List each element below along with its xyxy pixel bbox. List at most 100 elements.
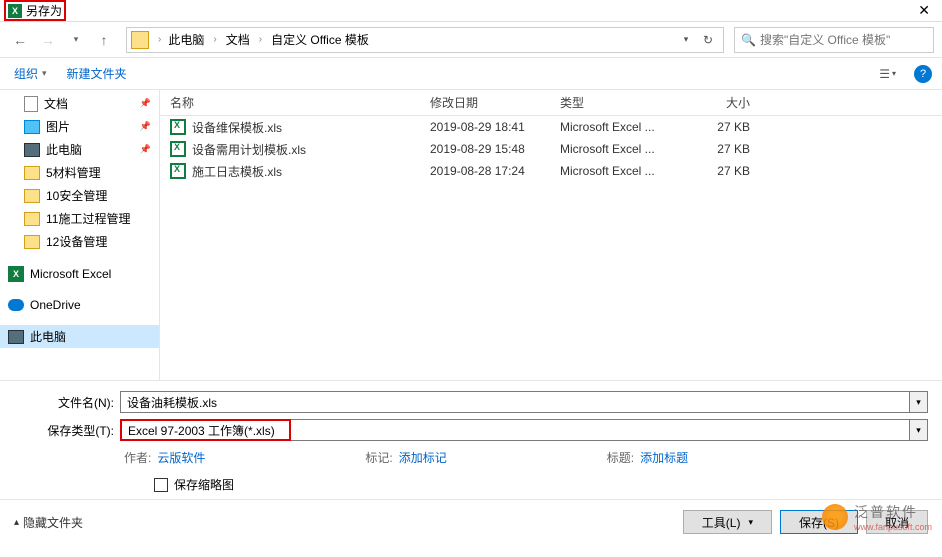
navbar: ← → ▾ ↑ › 此电脑 › 文档 › 自定义 Office 模板 ▾ ↻ 🔍 [0, 22, 942, 58]
titlebar: X 另存为 ✕ [0, 0, 942, 22]
sidebar-item-thispc[interactable]: 此电脑 📌 [0, 138, 159, 161]
breadcrumb: 此电脑 › 文档 › 自定义 Office 模板 [164, 29, 373, 50]
folder-icon [24, 166, 40, 180]
author-value[interactable]: 云版软件 [157, 449, 205, 466]
folder-icon [24, 212, 40, 226]
pin-icon: 📌 [140, 98, 151, 109]
meta-title: 标题: 添加标题 [607, 449, 688, 466]
folder-icon [24, 235, 40, 249]
thumbnail-row: 保存缩略图 [14, 476, 928, 493]
file-name: 施工日志模板.xls [192, 163, 282, 180]
chevron-right-icon[interactable]: › [155, 34, 164, 45]
file-size: 27 KB [680, 120, 760, 134]
file-date: 2019-08-28 17:24 [420, 164, 550, 178]
chevron-down-icon: ▾ [42, 68, 47, 79]
toolbar: 组织 ▾ 新建文件夹 ☰ ▾ ? [0, 58, 942, 90]
filetype-input-ext[interactable] [291, 419, 910, 441]
window-title: 另存为 [26, 2, 62, 19]
picture-icon [24, 120, 40, 134]
breadcrumb-item[interactable]: 文档 [222, 29, 254, 50]
addressbar[interactable]: › 此电脑 › 文档 › 自定义 Office 模板 ▾ ↻ [126, 27, 724, 53]
xls-icon [170, 119, 186, 135]
file-size: 27 KB [680, 142, 760, 156]
help-button[interactable]: ? [914, 65, 932, 83]
watermark: 泛普软件 www.fanpusoft.com [822, 502, 932, 532]
tools-button[interactable]: 工具(L) ▾ [683, 510, 772, 534]
chevron-right-icon: › [256, 34, 265, 45]
recent-dropdown[interactable]: ▾ [64, 28, 88, 52]
file-name: 设备维保模板.xls [192, 119, 282, 136]
search-box[interactable]: 🔍 [734, 27, 934, 53]
file-type: Microsoft Excel ... [550, 164, 680, 178]
filetype-input[interactable] [120, 419, 291, 441]
filename-label: 文件名(N): [14, 394, 120, 411]
filelist: 名称 修改日期 类型 大小 设备维保模板.xls 2019-08-29 18:4… [160, 90, 942, 380]
watermark-cn: 泛普软件 [854, 502, 932, 522]
new-folder-button[interactable]: 新建文件夹 [63, 63, 131, 84]
main-area: 文档 📌 图片 📌 此电脑 📌 5材料管理 10安全管理 11施工过程管理 12… [0, 90, 942, 380]
sidebar-item-thispc[interactable]: 此电脑 [0, 325, 159, 348]
breadcrumb-item[interactable]: 此电脑 [164, 29, 208, 50]
hide-folders-button[interactable]: ▴ 隐藏文件夹 [14, 514, 83, 531]
watermark-en: www.fanpusoft.com [854, 522, 932, 532]
meta-author: 作者: 云版软件 [124, 449, 205, 466]
sidebar-item-folder[interactable]: 12设备管理 [0, 230, 159, 253]
pc-icon [24, 143, 40, 157]
watermark-logo [822, 504, 848, 530]
filename-row: 文件名(N): ▾ [14, 391, 928, 413]
tags-value[interactable]: 添加标记 [399, 449, 447, 466]
onedrive-icon [8, 299, 24, 311]
file-type: Microsoft Excel ... [550, 120, 680, 134]
forward-button[interactable]: → [36, 28, 60, 52]
file-name: 设备需用计划模板.xls [192, 141, 306, 158]
file-row[interactable]: 设备维保模板.xls 2019-08-29 18:41 Microsoft Ex… [160, 116, 942, 138]
file-size: 27 KB [680, 164, 760, 178]
column-name[interactable]: 名称 [160, 94, 420, 111]
folder-icon [131, 31, 149, 49]
column-date[interactable]: 修改日期 [420, 94, 550, 111]
refresh-button[interactable]: ↻ [697, 29, 719, 51]
meta-row: 作者: 云版软件 标记: 添加标记 标题: 添加标题 [14, 449, 928, 466]
pin-icon: 📌 [140, 144, 151, 155]
filetype-label: 保存类型(T): [14, 422, 120, 439]
sidebar-item-documents[interactable]: 文档 📌 [0, 92, 159, 115]
chevron-right-icon: › [210, 34, 219, 45]
breadcrumb-item[interactable]: 自定义 Office 模板 [267, 29, 373, 50]
sidebar-item-folder[interactable]: 11施工过程管理 [0, 207, 159, 230]
sidebar-item-folder[interactable]: 5材料管理 [0, 161, 159, 184]
filename-dropdown[interactable]: ▾ [910, 391, 928, 413]
thumbnail-checkbox[interactable] [154, 478, 168, 492]
chevron-down-icon: ▾ [892, 69, 896, 78]
thumbnail-label: 保存缩略图 [174, 476, 234, 493]
titlebar-highlight: X 另存为 [4, 0, 66, 21]
bottom-panel: 文件名(N): ▾ 保存类型(T): ▾ 作者: 云版软件 标记: 添加标记 标… [0, 380, 942, 499]
sidebar-item-onedrive[interactable]: OneDrive [0, 295, 159, 315]
sidebar-item-excel[interactable]: X Microsoft Excel [0, 263, 159, 285]
view-options-button[interactable]: ☰ ▾ [873, 65, 902, 83]
title-value[interactable]: 添加标题 [640, 449, 688, 466]
folder-icon [24, 189, 40, 203]
up-button[interactable]: ↑ [92, 28, 116, 52]
pc-icon [8, 330, 24, 344]
sidebar-item-pictures[interactable]: 图片 📌 [0, 115, 159, 138]
filename-input[interactable] [120, 391, 910, 413]
column-size[interactable]: 大小 [680, 94, 760, 111]
list-icon: ☰ [879, 67, 890, 81]
file-type: Microsoft Excel ... [550, 142, 680, 156]
filelist-header: 名称 修改日期 类型 大小 [160, 90, 942, 116]
file-row[interactable]: 施工日志模板.xls 2019-08-28 17:24 Microsoft Ex… [160, 160, 942, 182]
dropdown-history-button[interactable]: ▾ [675, 29, 697, 51]
xls-icon [170, 163, 186, 179]
button-row: ▴ 隐藏文件夹 工具(L) ▾ 保存(S) 取消 [0, 499, 942, 544]
filetype-dropdown[interactable]: ▾ [910, 419, 928, 441]
file-row[interactable]: 设备需用计划模板.xls 2019-08-29 15:48 Microsoft … [160, 138, 942, 160]
close-button[interactable]: ✕ [910, 2, 938, 19]
file-date: 2019-08-29 18:41 [420, 120, 550, 134]
back-button[interactable]: ← [8, 28, 32, 52]
organize-button[interactable]: 组织 ▾ [10, 63, 51, 84]
search-input[interactable] [760, 33, 927, 47]
sidebar-item-folder[interactable]: 10安全管理 [0, 184, 159, 207]
column-type[interactable]: 类型 [550, 94, 680, 111]
pin-icon: 📌 [140, 121, 151, 132]
excel-icon: X [8, 4, 22, 18]
